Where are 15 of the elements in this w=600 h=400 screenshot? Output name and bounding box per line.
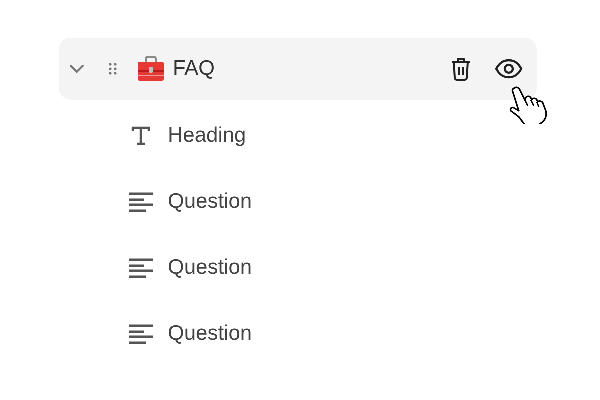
paragraph-icon [129, 324, 153, 344]
block-label: FAQ [173, 57, 216, 81]
chevron-down-icon[interactable] [70, 64, 84, 74]
eye-icon[interactable] [495, 59, 523, 79]
drag-handle-icon[interactable] [109, 63, 117, 75]
hand-cursor-icon [509, 86, 549, 124]
paragraph-icon [129, 192, 153, 212]
child-label[interactable]: Question [168, 256, 252, 280]
child-label[interactable]: Heading [168, 124, 246, 148]
toolbox-icon [137, 56, 165, 82]
paragraph-icon [129, 258, 153, 278]
child-label[interactable]: Question [168, 190, 252, 214]
trash-icon[interactable] [451, 57, 471, 81]
child-label[interactable]: Question [168, 322, 252, 346]
text-type-icon [129, 126, 153, 146]
